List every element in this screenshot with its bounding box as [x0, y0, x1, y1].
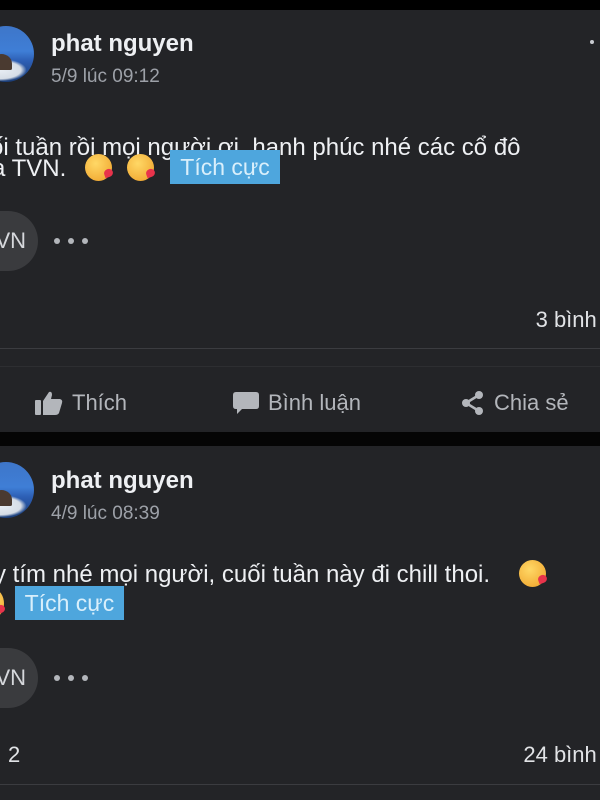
divider [0, 348, 600, 349]
comment-count[interactable]: 3 bình lu [536, 307, 600, 333]
post-text-line: a TVN. Tích cực [0, 150, 280, 187]
share-button[interactable]: Chia sẻ [460, 388, 569, 418]
ellipsis-icon[interactable] [54, 675, 90, 683]
post-timestamp[interactable]: 5/9 lúc 09:12 [51, 66, 160, 88]
post-separator [0, 432, 600, 446]
like-button[interactable]: Thích [34, 388, 127, 418]
kissing-emoji-icon [126, 154, 154, 181]
author-name[interactable]: phat nguyen [51, 467, 194, 495]
avatar[interactable] [0, 26, 34, 82]
page-chip[interactable]: VN [0, 211, 38, 271]
post-timestamp[interactable]: 4/9 lúc 08:39 [51, 503, 160, 525]
avatar[interactable] [0, 462, 34, 518]
comment-button[interactable]: Bình luận [232, 388, 361, 418]
post-text-line: Tích cực [0, 586, 125, 623]
ellipsis-icon[interactable] [54, 238, 90, 246]
like-label: Thích [72, 390, 128, 415]
kissing-emoji-icon [0, 590, 4, 617]
share-icon [462, 391, 483, 415]
more-options-icon[interactable] [590, 40, 594, 44]
post-text-fragment: a TVN. [0, 155, 67, 182]
comment-label: Bình luận [268, 390, 361, 415]
kissing-emoji-icon [84, 154, 112, 181]
kissing-emoji-icon [518, 560, 546, 587]
comment-count[interactable]: 24 bình lu [523, 742, 600, 768]
avatar-image-detail [0, 490, 12, 506]
divider [0, 366, 600, 367]
post-card: phat nguyen 4/9 lúc 08:39 y tím nhé mọi … [0, 446, 600, 800]
avatar-image-detail [0, 54, 12, 70]
share-label: Chia sẻ [494, 390, 569, 415]
comment-bubble-icon [233, 392, 259, 414]
post-card: phat nguyen 5/9 lúc 09:12 ối tuần rồi mọ… [0, 10, 600, 432]
divider [0, 784, 600, 785]
post-text-fragment: y tím nhé mọi người, cuối tuần này đi ch… [0, 561, 491, 588]
author-name[interactable]: phat nguyen [51, 30, 194, 58]
page-chip[interactable]: VN [0, 648, 38, 708]
like-count[interactable]: 2 [8, 742, 20, 768]
sentiment-tag[interactable]: Tích cực [14, 586, 125, 620]
sentiment-tag[interactable]: Tích cực [170, 150, 280, 184]
thumbs-up-icon [35, 391, 63, 415]
